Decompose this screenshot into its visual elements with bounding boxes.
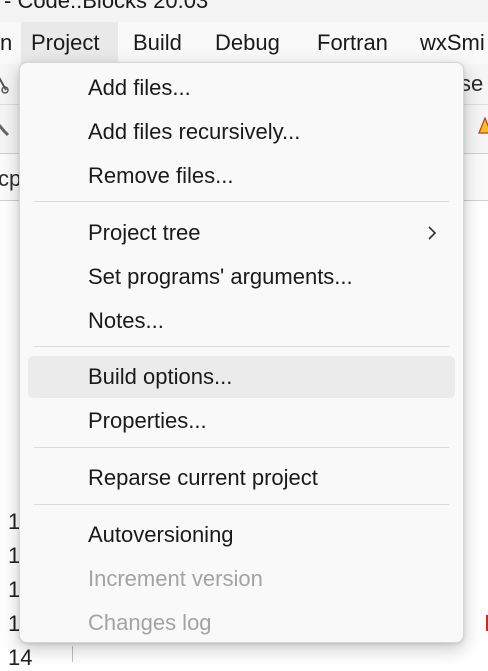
menu-build[interactable]: Build [123, 22, 192, 64]
warning-icon[interactable] [478, 117, 488, 135]
menu-item-label: Notes... [88, 308, 164, 333]
menu-separator [34, 201, 449, 202]
menu-debug[interactable]: Debug [205, 22, 290, 64]
menu-item-label: Project tree [88, 220, 201, 245]
menu-separator [34, 447, 449, 448]
gutter-divider [72, 646, 73, 662]
menu-item-label: Reparse current project [88, 465, 318, 490]
menu-fortran[interactable]: Fortran [307, 22, 398, 64]
menu-item-reparse-current-project[interactable]: Reparse current project [28, 457, 455, 499]
wrench-icon[interactable] [0, 115, 10, 139]
menu-item-label: Autoversioning [88, 522, 234, 547]
menu-item-label: Changes log [88, 610, 212, 635]
menu-item-label: Set programs' arguments... [88, 264, 353, 289]
menu-item-increment-version: Increment version [28, 558, 455, 600]
menu-separator [34, 504, 449, 505]
menu-item-notes[interactable]: Notes... [28, 300, 455, 342]
menu-separator [34, 346, 449, 347]
menu-item-changes-log: Changes log [28, 602, 455, 644]
menu-wxsmith[interactable]: wxSmi [410, 22, 488, 64]
chevron-right-icon [428, 226, 437, 240]
menu-project[interactable]: Project [21, 22, 118, 64]
menu-item-add-files-recursively[interactable]: Add files recursively... [28, 111, 455, 153]
menu-item-set-programs-arguments[interactable]: Set programs' arguments... [28, 256, 455, 298]
window-title: - Code::Blocks 20.03 [4, 0, 209, 13]
cut-icon[interactable] [0, 70, 10, 94]
menu-item-remove-files[interactable]: Remove files... [28, 155, 455, 197]
menu-item-properties[interactable]: Properties... [28, 400, 455, 442]
menu-item-label: Add files... [88, 75, 191, 100]
menu-item-label: Properties... [88, 408, 207, 433]
menu-item-label: Build options... [88, 364, 233, 389]
menu-bar: n Project Build Debug Fortran wxSmi [0, 22, 488, 64]
project-menu-dropdown: Add files... Add files recursively... Re… [19, 62, 464, 643]
error-marker [478, 615, 488, 631]
menu-item-label: Increment version [88, 566, 263, 591]
line-number: 14 [8, 645, 33, 670]
title-bar: - Code::Blocks 20.03 [0, 0, 488, 22]
menu-item-build-options[interactable]: Build options... [28, 356, 455, 398]
menu-item-add-files[interactable]: Add files... [28, 67, 455, 109]
menu-item-label: Remove files... [88, 163, 234, 188]
menu-item-project-tree[interactable]: Project tree [28, 212, 455, 254]
menu-item-autoversioning[interactable]: Autoversioning [28, 514, 455, 556]
menu-search[interactable]: n [0, 22, 22, 64]
menu-item-label: Add files recursively... [88, 119, 301, 144]
